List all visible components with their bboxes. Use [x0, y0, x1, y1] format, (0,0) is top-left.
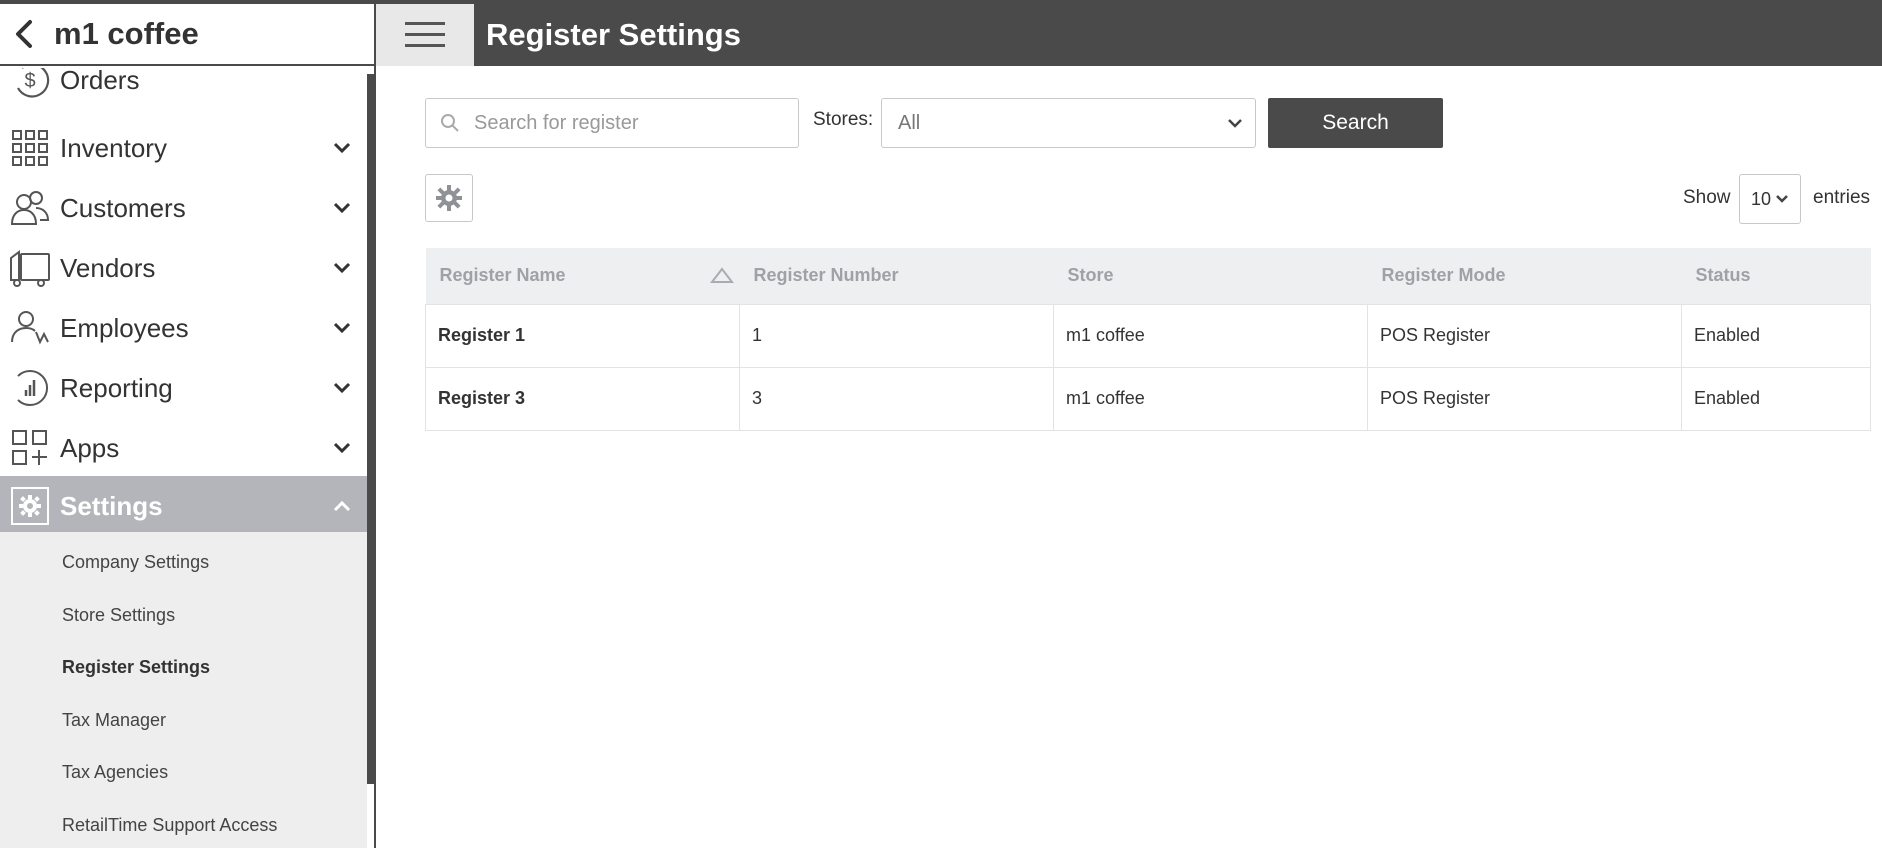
sidebar-item-settings[interactable]: Settings — [0, 476, 367, 536]
chevron-down-icon — [317, 382, 367, 394]
registers-table: Register Name Register Number Store Regi… — [425, 248, 1871, 431]
sidebar-item-label: Orders — [60, 68, 140, 95]
column-header-status[interactable]: Status — [1681, 248, 1871, 304]
cell-store: m1 coffee — [1053, 303, 1368, 368]
submenu-tax-manager[interactable]: Tax Manager — [62, 710, 166, 731]
cell-register-mode: POS Register — [1367, 303, 1682, 368]
chevron-down-icon — [317, 142, 367, 154]
chart-circle-icon — [0, 358, 60, 418]
grid-icon — [0, 118, 60, 178]
column-header-register-mode[interactable]: Register Mode — [1367, 248, 1682, 304]
chevron-down-icon — [317, 202, 367, 214]
page-title: Register Settings — [486, 17, 741, 52]
chevron-down-icon — [1776, 195, 1788, 203]
sidebar-divider — [374, 4, 376, 848]
dollar-circle-icon: $ — [0, 68, 60, 110]
sidebar-item-label: Employees — [60, 312, 189, 343]
submenu-store-settings[interactable]: Store Settings — [62, 605, 175, 626]
sidebar-item-employees[interactable]: Employees — [0, 298, 367, 358]
apps-plus-icon — [0, 418, 60, 478]
submenu-tax-agencies[interactable]: Tax Agencies — [62, 762, 168, 783]
cell-register-name[interactable]: Register 3 — [425, 366, 740, 431]
sidebar-item-label: Customers — [60, 192, 186, 223]
cell-register-name[interactable]: Register 1 — [425, 303, 740, 368]
sidebar-item-vendors[interactable]: Vendors — [0, 238, 367, 298]
truck-icon — [0, 238, 60, 298]
search-button[interactable]: Search — [1268, 98, 1443, 148]
search-icon — [426, 113, 474, 133]
settings-submenu: Company Settings Store Settings Register… — [0, 532, 367, 848]
submenu-support-access[interactable]: RetailTime Support Access — [62, 815, 277, 836]
back-arrow-icon[interactable] — [0, 3, 48, 65]
show-label: Show — [1683, 187, 1731, 208]
cell-register-mode: POS Register — [1367, 366, 1682, 431]
column-settings-button[interactable] — [425, 174, 473, 222]
sort-icon — [709, 267, 734, 283]
sidebar-item-label: Reporting — [60, 372, 173, 403]
stores-select[interactable]: All — [881, 98, 1256, 148]
cell-register-number: 1 — [739, 303, 1054, 368]
table-row[interactable]: Register 3 3 m1 coffee POS Register Enab… — [425, 366, 1871, 431]
table-row[interactable]: Register 1 1 m1 coffee POS Register Enab… — [425, 303, 1871, 368]
gear-icon — [436, 185, 462, 211]
hamburger-menu-icon[interactable] — [376, 4, 474, 66]
sidebar-item-label: Settings — [60, 490, 163, 521]
entries-label: entries — [1813, 187, 1871, 208]
submenu-company-settings[interactable]: Company Settings — [62, 552, 209, 573]
stores-selected-value: All — [898, 111, 921, 134]
top-bar: Register Settings — [376, 4, 1882, 66]
table-header-row: Register Name Register Number Store Regi… — [425, 248, 1871, 304]
chevron-up-icon — [317, 500, 367, 512]
sidebar-header: m1 coffee — [0, 4, 374, 66]
cell-store: m1 coffee — [1053, 366, 1368, 431]
sidebar-item-orders[interactable]: $ Orders — [0, 68, 367, 110]
employee-icon — [0, 298, 60, 358]
column-header-store[interactable]: Store — [1053, 248, 1368, 304]
users-icon — [0, 178, 60, 238]
sidebar-item-label: Inventory — [60, 132, 167, 163]
sidebar-scrollbar[interactable] — [367, 74, 374, 784]
svg-text:$: $ — [24, 70, 35, 92]
chevron-down-icon — [317, 442, 367, 454]
chevron-down-icon — [1215, 118, 1255, 128]
sidebar: m1 coffee $ Orders Inventory Customers V… — [0, 4, 374, 848]
sidebar-item-inventory[interactable]: Inventory — [0, 118, 367, 178]
column-header-register-number[interactable]: Register Number — [739, 248, 1054, 304]
column-header-register-name[interactable]: Register Name — [425, 248, 740, 304]
company-name: m1 coffee — [54, 16, 199, 51]
chevron-down-icon — [317, 262, 367, 274]
sidebar-item-apps[interactable]: Apps — [0, 418, 367, 478]
sidebar-item-label: Apps — [60, 432, 120, 463]
search-field[interactable] — [425, 98, 799, 148]
entries-per-page-select[interactable]: 10 — [1739, 174, 1801, 224]
sidebar-item-customers[interactable]: Customers — [0, 178, 367, 238]
sidebar-item-reporting[interactable]: Reporting — [0, 358, 367, 418]
entries-value: 10 — [1750, 188, 1772, 209]
gear-icon — [0, 476, 60, 536]
submenu-register-settings[interactable]: Register Settings — [62, 657, 210, 678]
cell-status: Enabled — [1681, 366, 1871, 431]
stores-label: Stores: — [813, 109, 874, 130]
search-input[interactable] — [474, 111, 784, 135]
sidebar-item-label: Vendors — [60, 252, 156, 283]
cell-status: Enabled — [1681, 303, 1871, 368]
chevron-down-icon — [317, 322, 367, 334]
cell-register-number: 3 — [739, 366, 1054, 431]
